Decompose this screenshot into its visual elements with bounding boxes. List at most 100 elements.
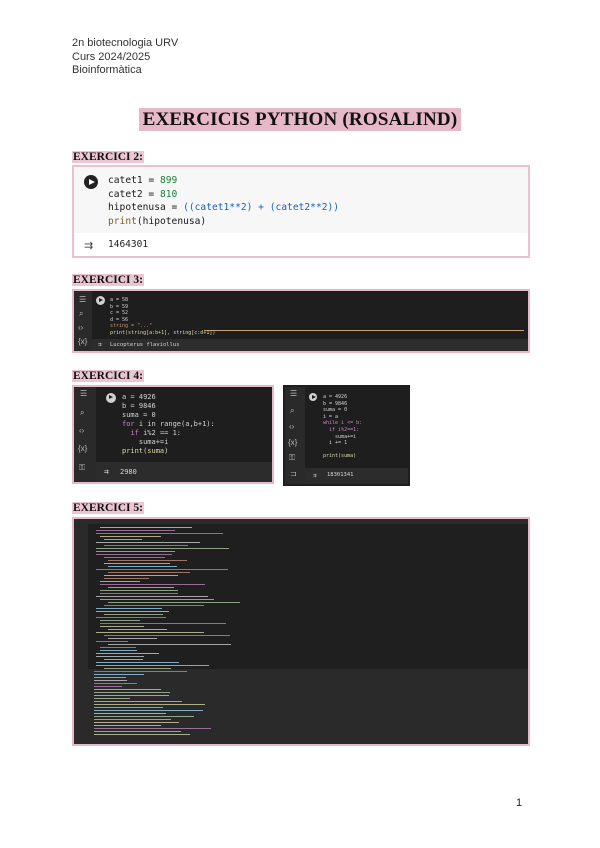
code-line [100,599,214,600]
code-line [108,629,167,630]
code-area[interactable]: catet1 = 899 catet2 = 810 hipotenusa = (… [74,167,528,233]
code-line [94,704,205,705]
output-icon[interactable]: ⇉ [104,467,109,476]
code-icon[interactable]: ‹› [78,324,83,332]
code-line [96,617,166,618]
code-line [96,632,204,633]
search-icon[interactable]: ⌕ [79,310,83,318]
code-line [94,722,179,723]
menu-icon[interactable]: ☰ [80,390,87,398]
code-line [94,719,171,720]
code-line [108,644,231,645]
cell-output: 18301341 [327,472,354,478]
header-course: 2n biotecnologia URV [72,37,179,49]
code-line [100,647,136,648]
code-line [94,677,126,678]
code-line [96,596,208,597]
page-number: 1 [516,797,523,809]
code-line [104,659,143,660]
code-line [94,713,166,714]
search-icon[interactable]: ⌕ [80,409,84,417]
code-line [94,701,182,702]
key-icon[interactable]: ⚿ [289,454,295,462]
code-line [96,665,209,666]
code-line [104,563,170,564]
output-icon[interactable]: ⇉ [84,239,93,252]
code-line [96,533,223,534]
code-block[interactable]: a = 58 b = 59 c = 52 d = 56 string = "..… [110,297,215,336]
code-line [100,527,192,528]
output-icon[interactable]: ⇉ [313,472,317,479]
key-icon[interactable]: ⚿ [79,464,85,472]
code-line [104,545,188,546]
terminal-icon[interactable]: ⊐ [290,470,297,478]
code-line [100,623,226,624]
code-line [108,602,240,603]
code-line [104,539,142,540]
code-line [104,578,149,579]
code-line [104,614,163,615]
long-string-line [204,330,524,331]
screenshot-ex5 [72,517,530,746]
variables-icon[interactable]: {x} [78,338,87,346]
code-line [96,548,229,549]
section-label-ex5: EXERCICI 5: [72,502,144,514]
page-title: EXERCICIS PYTHON (ROSALIND) [138,108,462,131]
side-toolbar: ☰ ⌕ ‹› {x} ⚿ ⊐ [285,387,305,484]
code-icon[interactable]: ‹› [289,423,294,431]
cell-output: 1464301 [108,239,149,250]
code-line [96,554,172,555]
code-line [96,653,159,654]
code-line [100,620,140,621]
section-label-ex3: EXERCICI 3: [72,274,144,286]
code-line [94,734,190,735]
code-line [94,692,170,693]
variables-icon[interactable]: {x} [288,439,297,447]
code-line [104,605,204,606]
code-line [96,551,175,552]
run-cell-icon[interactable] [309,393,317,401]
side-toolbar [74,519,88,744]
code-line [100,536,161,537]
code-line [108,560,187,561]
code-line [96,569,228,570]
code-line [100,581,140,582]
document-header: 2n biotecnologia URV Curs 2024/2025 Bioi… [72,37,178,78]
code-icon[interactable]: ‹› [79,427,84,435]
code-line [96,542,200,543]
code-line [94,689,161,690]
code-line [104,668,171,669]
code-block[interactable]: a = 4926 b = 9846 suma = 0 for i in rang… [122,393,215,456]
code-line [104,557,165,558]
code-line [108,638,157,639]
variables-icon[interactable]: {x} [78,445,87,453]
search-icon[interactable]: ⌕ [290,407,294,415]
run-cell-icon[interactable] [84,175,98,189]
code-line [94,671,187,672]
menu-icon[interactable]: ☰ [290,390,297,398]
side-toolbar: ☰ ⌕ ‹› {x} [74,291,92,351]
code-block[interactable]: catet1 = 899 catet2 = 810 hipotenusa = (… [108,174,339,228]
header-subject: Bioinformàtica [72,64,142,76]
code-line [94,725,161,726]
output-icon[interactable]: ⇉ [98,341,102,348]
run-cell-icon[interactable] [96,296,105,305]
run-cell-icon[interactable] [106,393,116,403]
code-line [96,530,175,531]
code-line [96,608,162,609]
code-block[interactable]: a = 4926 b = 9846 suma = 0 i = a while i… [323,394,362,460]
screenshot-ex4-while: ☰ ⌕ ‹› {x} ⚿ ⊐ a = 4926 b = 9846 suma = … [283,385,410,486]
code-line [94,674,144,675]
notebook-cell-ex2[interactable]: catet1 = 899 catet2 = 810 hipotenusa = (… [72,165,530,258]
menu-icon[interactable]: ☰ [79,296,86,304]
code-line [94,683,137,684]
code-line [94,680,127,681]
code-line [96,611,169,612]
code-line [100,584,205,585]
code-line [94,707,163,708]
title-wrapper: EXERCICIS PYTHON (ROSALIND) [0,108,600,131]
code-line [108,572,190,573]
code-line [94,686,122,687]
code-line [94,695,169,696]
top-toolbar [74,519,528,524]
